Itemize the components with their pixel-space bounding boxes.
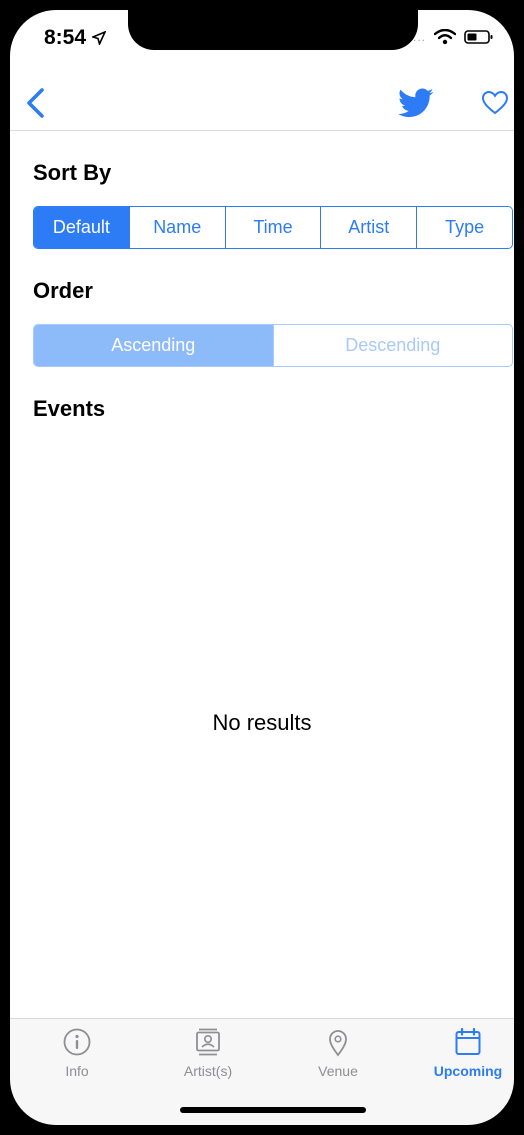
sort-option-default[interactable]: Default	[34, 207, 129, 248]
app-screen: 8:54 ..... Sort By Default Name Time Art…	[10, 10, 514, 1126]
tab-info-label: Info	[65, 1063, 89, 1079]
tab-venue-label: Venue	[318, 1063, 358, 1079]
sort-option-artist[interactable]: Artist	[320, 207, 417, 248]
tab-upcoming-label: Upcoming	[433, 1063, 503, 1079]
tab-upcoming[interactable]: Upcoming	[418, 1027, 518, 1079]
tab-venue[interactable]: Venue	[288, 1027, 388, 1079]
back-chevron-icon[interactable]	[22, 86, 50, 120]
calendar-icon	[455, 1027, 481, 1055]
sort-option-name[interactable]: Name	[128, 207, 225, 248]
order-option-ascending[interactable]: Ascending	[34, 325, 273, 366]
home-indicator[interactable]	[180, 1107, 366, 1113]
heart-outline-icon[interactable]	[480, 88, 510, 118]
twitter-icon[interactable]	[398, 85, 434, 121]
order-segmented-control: Ascending Descending	[33, 324, 513, 367]
events-title: Events	[33, 396, 106, 421]
empty-state-text: No results	[212, 710, 312, 735]
status-indicators: .....	[404, 29, 494, 45]
tab-info[interactable]: Info	[27, 1027, 127, 1079]
sort-option-time[interactable]: Time	[224, 207, 321, 248]
tab-artists[interactable]: Artist(s)	[158, 1027, 258, 1079]
tab-artists-label: Artist(s)	[183, 1063, 233, 1079]
info-icon	[63, 1028, 91, 1056]
status-time: 8:54	[44, 26, 107, 50]
sort-segmented-control: Default Name Time Artist Type	[33, 206, 513, 249]
artist-card-icon	[196, 1028, 220, 1056]
sort-option-type[interactable]: Type	[416, 207, 512, 248]
location-pin-icon	[329, 1030, 347, 1057]
order-option-descending[interactable]: Descending	[272, 325, 512, 366]
location-arrow-icon	[90, 30, 107, 47]
order-title: Order	[33, 278, 93, 303]
device-notch	[128, 10, 418, 50]
sort-by-title: Sort By	[33, 160, 112, 185]
battery-icon	[464, 30, 493, 44]
wifi-icon	[434, 29, 456, 45]
navigation-bar	[10, 76, 514, 131]
